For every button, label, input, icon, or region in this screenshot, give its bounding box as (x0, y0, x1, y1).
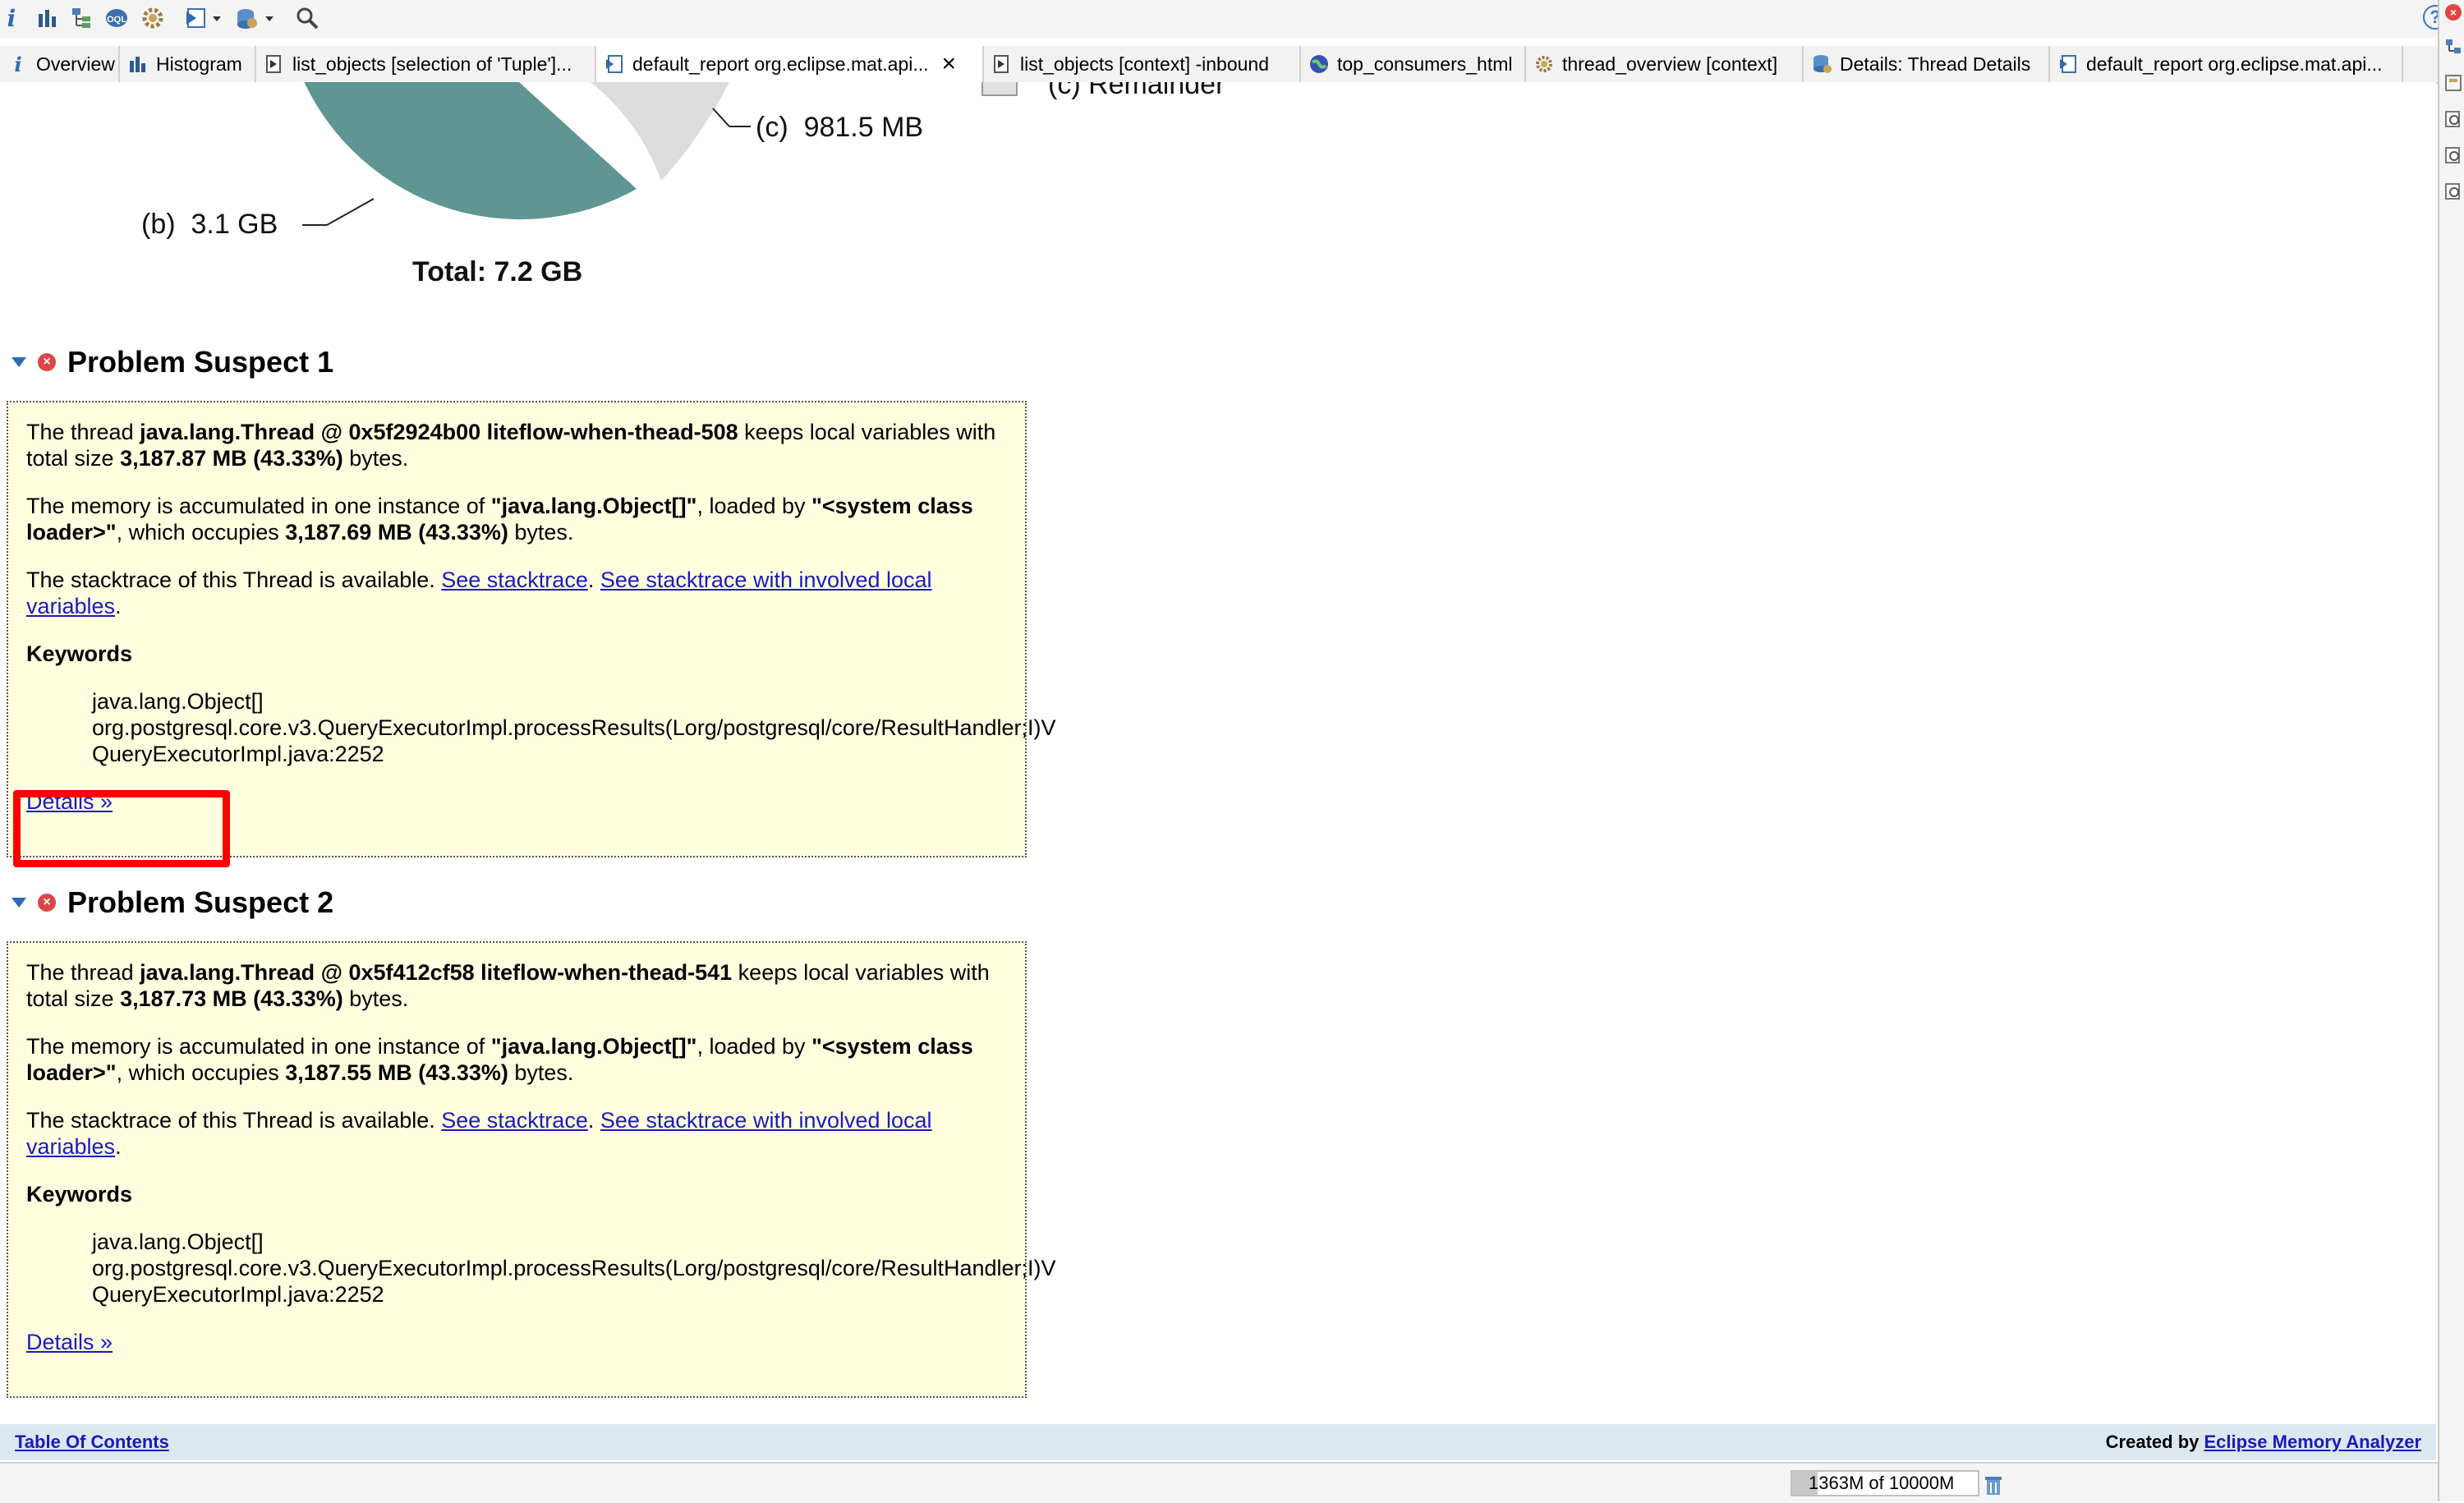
tab-label: Overview (36, 53, 115, 75)
editor-tabs: i Overview Histogram list_objects [selec… (0, 46, 2439, 84)
legend-label-c: (c) Remainder (1048, 82, 1225, 100)
histogram-icon (128, 54, 148, 74)
suspect-1-header[interactable]: × Problem Suspect 1 (11, 345, 333, 379)
database-icon (1812, 54, 1832, 74)
side-view-strip: × (2438, 0, 2464, 1501)
see-stacktrace-link[interactable]: See stacktrace (441, 1108, 588, 1133)
suspect-title: Problem Suspect 2 (67, 885, 334, 919)
tab-label: list_objects [selection of 'Tuple']... (292, 53, 572, 75)
tab-label: Histogram (156, 53, 242, 75)
memory-summary: The memory is accumulated in one instanc… (26, 1034, 973, 1085)
navigator-icon[interactable] (2444, 74, 2462, 92)
created-by: Created by Eclipse Memory Analyzer (2105, 1432, 2421, 1452)
tab-label: thread_overview [context] (1562, 53, 1778, 75)
list-objects-icon (992, 54, 1012, 74)
globe-icon (1309, 54, 1329, 74)
keywords-heading: Keywords (26, 641, 133, 666)
error-icon[interactable]: × (2444, 3, 2462, 21)
svg-text:×: × (2450, 6, 2457, 19)
notes-icon[interactable] (2444, 182, 2462, 200)
keyword-item: QueryExecutorImpl.java:2252 (92, 742, 384, 766)
keyword-item: org.postgresql.core.v3.QueryExecutorImpl… (92, 715, 1056, 740)
tab-default-report-2[interactable]: default_report org.eclipse.mat.api... (2050, 46, 2403, 82)
report-icon (2058, 54, 2078, 74)
garbage-collect-icon[interactable] (1983, 1472, 2004, 1496)
pie-slice-b (304, 82, 637, 220)
report-content: (c) Remainder (c) 981.5 MB (b) 3.1 GB To… (0, 82, 2436, 1462)
keywords-heading: Keywords (26, 1182, 133, 1207)
keyword-item: QueryExecutorImpl.java:2252 (92, 1282, 384, 1307)
search-icon[interactable] (294, 5, 320, 31)
history-icon[interactable] (2444, 146, 2462, 164)
leader-line-b (326, 198, 375, 226)
keywords-list: java.lang.Object[] org.postgresql.core.v… (92, 688, 1056, 767)
tab-list-objects-inbound[interactable]: list_objects [context] -inbound (984, 46, 1301, 82)
keyword-item: java.lang.Object[] (92, 1230, 264, 1254)
see-stacktrace-link[interactable]: See stacktrace (441, 568, 588, 592)
keyword-item: java.lang.Object[] (92, 689, 264, 714)
tab-overview[interactable]: i Overview (0, 46, 120, 82)
thread-summary: The thread java.lang.Thread @ 0x5f2924b0… (26, 420, 996, 471)
info-icon: i (14, 52, 22, 76)
tab-label: top_consumers_html (1337, 53, 1513, 75)
suspect-2-box: The thread java.lang.Thread @ 0x5f412cf5… (7, 941, 1056, 1398)
memory-summary: The memory is accumulated in one instanc… (26, 494, 973, 545)
main-toolbar: i OQL ? (0, 0, 2464, 38)
heap-status[interactable]: 1363M of 10000M (1791, 1470, 1979, 1496)
tab-default-report-active[interactable]: default_report org.eclipse.mat.api... × (596, 46, 984, 82)
tab-list-objects-selection[interactable]: list_objects [selection of 'Tuple']... (256, 46, 596, 82)
close-icon[interactable]: × (942, 52, 957, 76)
gears-icon (1534, 54, 1554, 74)
dominator-tree-icon[interactable] (69, 5, 95, 31)
legend-swatch-c (981, 82, 1018, 96)
pie-total: Total: 7.2 GB (412, 256, 583, 287)
suspect-2-header[interactable]: × Problem Suspect 2 (11, 885, 333, 920)
inspector-icon[interactable] (2444, 110, 2462, 128)
tab-top-consumers[interactable]: top_consumers_html (1301, 46, 1526, 82)
collapse-arrow-icon[interactable] (11, 898, 26, 908)
error-icon: × (38, 894, 56, 912)
error-icon: × (38, 353, 56, 371)
highlight-box (13, 790, 230, 867)
pie-label-b: (b) 3.1 GB (141, 209, 278, 240)
details-link[interactable]: Details » (26, 1330, 113, 1354)
eclipse-mat-link[interactable]: Eclipse Memory Analyzer (2204, 1432, 2421, 1452)
tab-thread-details[interactable]: Details: Thread Details (1804, 46, 2050, 82)
stacktrace-summary: The stacktrace of this Thread is availab… (26, 1108, 932, 1159)
gears-icon[interactable] (140, 5, 166, 31)
tab-label: default_report org.eclipse.mat.api... (632, 53, 929, 75)
tab-label: Details: Thread Details (1840, 53, 2031, 75)
thread-summary: The thread java.lang.Thread @ 0x5f412cf5… (26, 960, 990, 1011)
pie-label-c: (c) 981.5 MB (756, 112, 924, 143)
tab-histogram[interactable]: Histogram (120, 46, 256, 82)
tab-label: default_report org.eclipse.mat.api... (2086, 53, 2383, 75)
heap-status-text: 1363M of 10000M (1809, 1473, 1955, 1493)
table-of-contents-link[interactable]: Table Of Contents (15, 1432, 169, 1453)
reports-menu-icon[interactable] (184, 5, 223, 31)
leader-line-c (712, 108, 730, 127)
list-objects-icon (264, 54, 284, 74)
suspect-title: Problem Suspect 1 (67, 345, 334, 379)
info-icon[interactable]: i (3, 5, 20, 32)
tab-thread-overview[interactable]: thread_overview [context] (1526, 46, 1804, 82)
status-bar: 1363M of 10000M (0, 1462, 2438, 1503)
report-icon (605, 54, 624, 74)
keyword-item: org.postgresql.core.v3.QueryExecutorImpl… (92, 1256, 1056, 1280)
stacktrace-summary: The stacktrace of this Thread is availab… (26, 568, 932, 618)
oql-icon[interactable]: OQL (103, 5, 130, 31)
svg-text:OQL: OQL (107, 15, 126, 25)
keywords-list: java.lang.Object[] org.postgresql.core.v… (92, 1229, 1056, 1308)
outline-icon[interactable] (2444, 38, 2462, 56)
tab-label: list_objects [context] -inbound (1020, 53, 1270, 75)
histogram-icon[interactable] (34, 5, 61, 31)
report-footer: Table Of Contents Created by Eclipse Mem… (0, 1424, 2436, 1460)
suspect-1-box: The thread java.lang.Thread @ 0x5f2924b0… (7, 401, 1056, 857)
collapse-arrow-icon[interactable] (11, 357, 26, 367)
query-browser-icon[interactable] (233, 5, 276, 31)
